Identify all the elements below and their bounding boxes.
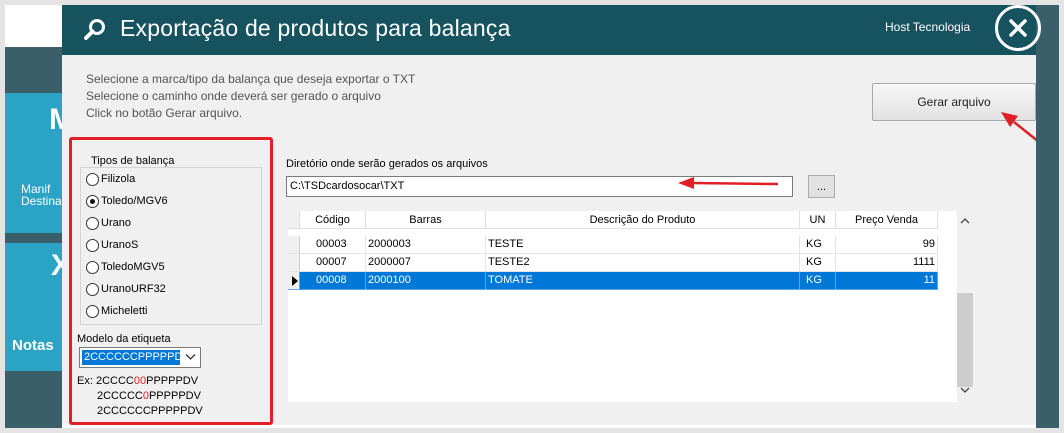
modelo-etiqueta-label: Modelo da etiqueta: [77, 333, 171, 345]
col-preco[interactable]: Preço Venda: [836, 211, 938, 229]
modelo-etiqueta-select[interactable]: 2CCCCCCPPPPPDV: [79, 347, 201, 368]
col-un[interactable]: UN: [800, 211, 836, 229]
radio-circle[interactable]: [86, 282, 99, 296]
export-dialog: Exportação de produtos para balança Host…: [62, 5, 1041, 425]
background-tile-manifesto: M Manif Destinat: [5, 93, 62, 233]
example-line-1: Ex: 2CCCC00PPPPPDV: [77, 375, 198, 387]
radio-circle[interactable]: [86, 260, 99, 274]
background-tile-notas: X Notas: [5, 243, 62, 371]
instruction-line: Click no botão Gerar arquivo.: [86, 106, 243, 120]
radio-label: UranoS: [101, 239, 139, 251]
diretorio-label: Diretório onde serão gerados os arquivos: [286, 158, 488, 170]
cell-barras[interactable]: 2000003: [366, 236, 486, 254]
example-prefix: Ex:: [77, 375, 93, 387]
tile-letter: X: [51, 249, 62, 282]
example-text: 2CCCC00PPPPPDV: [95, 375, 199, 387]
col-descricao[interactable]: Descrição do Produto: [486, 211, 800, 229]
cell-un[interactable]: KG: [800, 272, 836, 290]
tile-label: Manif Destinat: [21, 183, 62, 207]
col-codigo[interactable]: Código: [300, 211, 366, 229]
chevron-down-icon: [185, 354, 196, 360]
cell-preco[interactable]: 1111: [836, 254, 938, 272]
radio-toledo-mgv5[interactable]: ToledoMGV5: [86, 259, 165, 275]
background-app-sidebar: M Manif Destinat X Notas: [5, 5, 62, 428]
diretorio-input[interactable]: C:\TSDcardosocar\TXT: [286, 176, 793, 197]
scrollbar-thumb[interactable]: [957, 293, 973, 387]
radio-circle[interactable]: [86, 216, 99, 230]
radio-uranos[interactable]: UranoS: [86, 237, 138, 253]
radio-micheletti[interactable]: Micheletti: [86, 303, 147, 319]
cell-preco[interactable]: 99: [836, 236, 938, 254]
radio-filizola[interactable]: Filizola: [86, 171, 135, 187]
tile-label: Notas: [12, 337, 54, 354]
cell-descricao[interactable]: TOMATE: [486, 272, 800, 290]
example-line-3: 2CCCCCCPPPPPDV: [97, 405, 203, 417]
search-icon: [84, 19, 105, 40]
browse-button[interactable]: ...: [808, 175, 835, 198]
radio-toledo-mgv6[interactable]: Toledo/MGV6: [86, 193, 168, 209]
background-header-strip: [5, 5, 62, 47]
radio-label: UranoURF32: [101, 283, 166, 295]
gerar-arquivo-button[interactable]: Gerar arquivo: [872, 83, 1036, 121]
background-app-right: [1036, 5, 1059, 428]
row-indicator[interactable]: [288, 272, 300, 290]
cell-un[interactable]: KG: [800, 236, 836, 254]
table-row[interactable]: 00003 2000003 TESTE KG 99: [288, 236, 938, 254]
chevron-up-icon[interactable]: [960, 217, 970, 224]
close-x-icon: [1009, 19, 1027, 37]
radio-label: Filizola: [101, 173, 136, 185]
radio-label: ToledoMGV5: [101, 261, 165, 273]
cell-un[interactable]: KG: [800, 254, 836, 272]
table-row[interactable]: 00007 2000007 TESTE2 KG 1111: [288, 254, 938, 272]
cell-preco[interactable]: 11: [836, 272, 938, 290]
cell-barras[interactable]: 2000007: [366, 254, 486, 272]
instruction-line: Selecione a marca/tipo da balança que de…: [86, 72, 416, 86]
chevron-down-icon[interactable]: [960, 387, 970, 394]
tile-letter: M: [49, 103, 62, 136]
radio-circle[interactable]: [86, 304, 99, 318]
instruction-line: Selecione o caminho onde deverá ser gera…: [86, 89, 381, 103]
radio-urano[interactable]: Urano: [86, 215, 131, 231]
radio-circle-checked[interactable]: [86, 194, 99, 208]
dialog-titlebar: Exportação de produtos para balança Host…: [62, 5, 1041, 55]
current-row-arrow-icon: [292, 276, 298, 286]
row-indicator-header: [288, 211, 300, 229]
radio-label: Micheletti: [101, 305, 148, 317]
dialog-title: Exportação de produtos para balança: [120, 15, 511, 41]
grid-vertical-scrollbar[interactable]: [957, 211, 973, 402]
cell-descricao[interactable]: TESTE2: [486, 254, 800, 272]
radio-label: Toledo/MGV6: [101, 195, 168, 207]
radio-label: Urano: [101, 217, 131, 229]
close-button[interactable]: [995, 5, 1041, 51]
tipos-balanca-legend: Tipos de balança: [89, 155, 177, 167]
radio-circle[interactable]: [86, 172, 99, 186]
cell-codigo[interactable]: 00007: [300, 254, 366, 272]
example-line-2: 2CCCCC0PPPPPDV: [97, 390, 201, 402]
radio-circle[interactable]: [86, 238, 99, 252]
col-barras[interactable]: Barras: [366, 211, 486, 229]
cell-codigo[interactable]: 00003: [300, 236, 366, 254]
row-indicator[interactable]: [288, 236, 300, 254]
instructions: Selecione a marca/tipo da balança que de…: [86, 71, 415, 122]
modelo-selected-value: 2CCCCCCPPPPPDV: [82, 350, 180, 365]
tile-label-line2: Destinat: [21, 194, 62, 208]
cell-descricao[interactable]: TESTE: [486, 236, 800, 254]
radio-urano-urf32[interactable]: UranoURF32: [86, 281, 166, 297]
cell-barras[interactable]: 2000100: [366, 272, 486, 290]
brand-label: Host Tecnologia: [885, 20, 971, 34]
cell-codigo[interactable]: 00008: [300, 272, 366, 290]
produtos-grid[interactable]: Código Barras Descrição do Produto UN Pr…: [288, 211, 972, 402]
row-indicator[interactable]: [288, 254, 300, 272]
grid-header: Código Barras Descrição do Produto UN Pr…: [288, 211, 938, 229]
table-row-selected[interactable]: 00008 2000100 TOMATE KG 11: [288, 272, 938, 290]
